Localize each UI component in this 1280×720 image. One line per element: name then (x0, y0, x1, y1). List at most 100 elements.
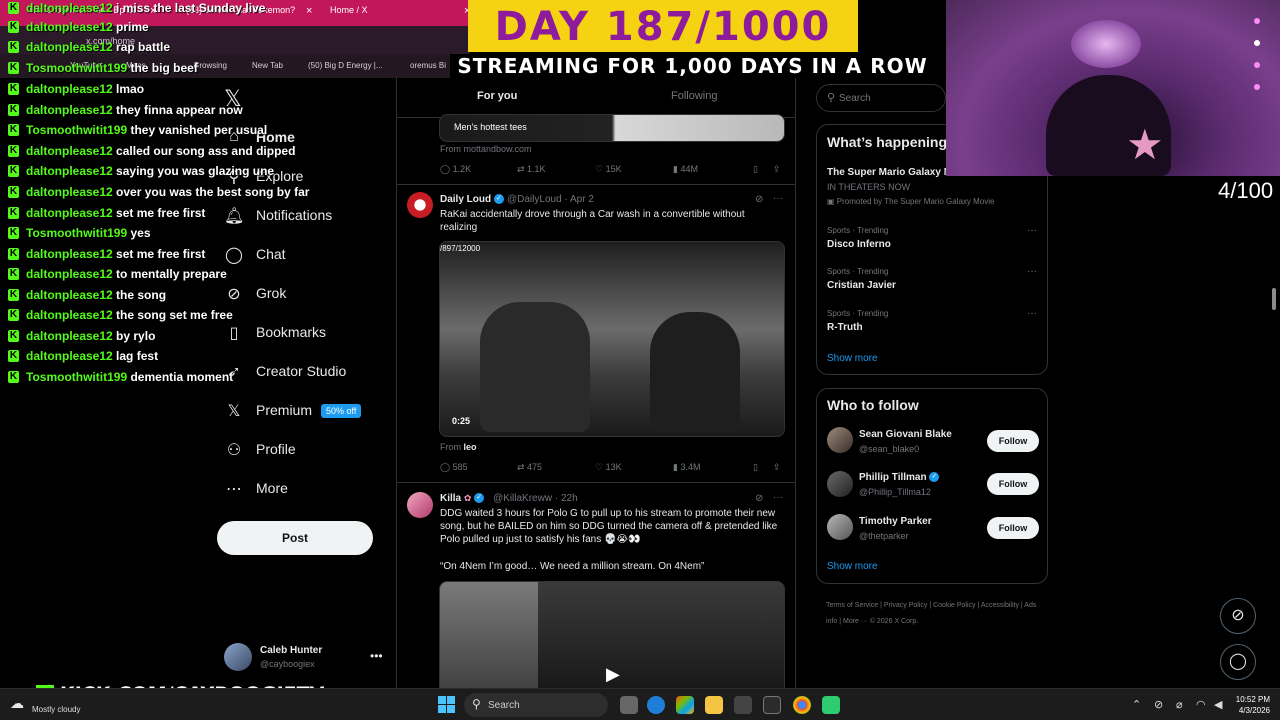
promo-title[interactable]: The Super Mario Galaxy M (827, 167, 952, 178)
follow-button[interactable]: Follow (987, 517, 1039, 539)
avatar[interactable] (827, 427, 853, 453)
terminal-icon[interactable] (763, 696, 781, 714)
reply-button[interactable]: ◯ 1.2K (440, 164, 471, 175)
chat-text: yes (130, 226, 151, 240)
bookmark-icon[interactable]: ▯ (753, 462, 758, 473)
more-icon[interactable]: ··· (773, 193, 783, 204)
play-icon[interactable]: ▶ (606, 664, 620, 685)
nav-item-premium[interactable]: 𝕏 Premium 50% off (224, 399, 394, 425)
tweet-author[interactable]: Daily Loud ✓ (440, 194, 504, 205)
share-icon[interactable]: ⇪ (773, 462, 781, 473)
search-placeholder: Search (839, 93, 871, 104)
kick-badge-icon: K (8, 309, 19, 321)
tweet-author[interactable]: Killa ✿ ✓ (440, 493, 485, 504)
messages-fab-icon[interactable]: ◯ (1220, 644, 1256, 680)
follow-suggestion-name[interactable]: Timothy Parker (859, 516, 932, 527)
system-clock[interactable]: 10:52 PM 4/3/2026 (1234, 694, 1270, 716)
repost-button[interactable]: ⇄ 1.1K (517, 164, 546, 175)
nav-item-profile[interactable]: ⚇ Profile (224, 438, 394, 464)
follow-button[interactable]: Follow (987, 473, 1039, 495)
follow-suggestion-name[interactable]: Phillip Tillman ✓ (859, 472, 940, 483)
nav-item-chat[interactable]: ◯ Chat (224, 243, 394, 269)
repost-button[interactable]: ⇄ 475 (517, 462, 542, 473)
nav-item-more[interactable]: ⋯ More (224, 477, 394, 503)
avatar[interactable] (407, 192, 433, 218)
bookmark-item[interactable]: New Tab (252, 61, 283, 70)
ad-image[interactable]: Men's hottest tees (439, 114, 785, 142)
trend-name[interactable]: Disco Inferno (827, 239, 891, 250)
more-icon[interactable]: ··· (1027, 266, 1037, 277)
from-name: leo (463, 442, 477, 452)
ad-source[interactable]: From mottandbow.com (440, 144, 532, 154)
weather-icon[interactable]: ☁ (10, 695, 24, 712)
share-icon[interactable]: ⇪ (773, 164, 781, 175)
tab-close-icon[interactable]: × (306, 5, 312, 17)
person-icon: ⚇ (226, 442, 242, 459)
like-button[interactable]: ♡ 15K (595, 164, 622, 175)
grok-icon[interactable]: ⊘ (755, 493, 763, 504)
chrome-icon[interactable] (793, 696, 811, 714)
nav-item-creator-studio[interactable]: ➶ Creator Studio (224, 360, 394, 386)
reply-button[interactable]: ◯ 585 (440, 462, 468, 473)
copilot-icon[interactable] (676, 696, 694, 714)
file-explorer-icon[interactable] (705, 696, 723, 714)
views-button[interactable]: ▮ 3.4M (673, 462, 700, 473)
taskbar-search[interactable]: ⚲ Search (464, 693, 608, 717)
follow-button[interactable]: Follow (987, 430, 1039, 452)
weather-status[interactable]: Mostly cloudy (32, 705, 80, 714)
tweet-text: DDG waited 3 hours for Polo G to pull up… (440, 508, 778, 545)
tweet-media[interactable]: ▶ (439, 581, 785, 688)
browser-tab-active[interactable]: Home / X (330, 5, 410, 21)
wifi-icon[interactable]: ◠ (1196, 698, 1206, 711)
like-button[interactable]: ♡ 13K (595, 462, 622, 473)
more-icon[interactable]: ··· (1027, 308, 1037, 319)
show-more-link[interactable]: Show more (827, 353, 878, 364)
chat-text: rap battle (116, 40, 171, 54)
post-button[interactable]: Post (217, 521, 373, 555)
tab-following[interactable]: Following (671, 90, 717, 102)
scrollbar[interactable] (1272, 288, 1276, 310)
chat-text: to mentally prepare (116, 267, 227, 281)
video-source[interactable]: From leo (440, 442, 477, 452)
volume-icon[interactable]: ◀ (1214, 698, 1222, 711)
more-icon[interactable]: ··· (1027, 225, 1037, 236)
more-icon[interactable]: ••• (370, 649, 383, 663)
bookmark-item[interactable]: Browsing (194, 61, 227, 70)
chat-username: daltonplease12 (26, 267, 113, 281)
chevron-up-icon[interactable]: ⌃ (1132, 698, 1141, 711)
grok-icon[interactable]: ⊘ (755, 194, 763, 205)
grok-icon: ⊘ (227, 286, 241, 303)
views-button[interactable]: ▮ 44M (673, 164, 698, 175)
footer-links[interactable]: Terms of Service | Privacy Policy | Cook… (826, 598, 1046, 630)
show-more-link[interactable]: Show more (827, 561, 878, 572)
bookmark-item[interactable]: oremus Bi (410, 61, 446, 70)
search-input[interactable]: ⚲ Search (816, 84, 946, 112)
kick-app-icon[interactable] (822, 696, 840, 714)
account-switcher[interactable]: Caleb Hunter @cayboogiex ••• (224, 643, 388, 675)
task-view-icon[interactable] (620, 696, 638, 714)
bookmark-icon[interactable]: ▯ (753, 164, 758, 175)
nav-label: Chat (256, 246, 286, 262)
microphone-icon[interactable]: ⌀ (1176, 698, 1183, 711)
tab-for-you[interactable]: For you (477, 90, 517, 102)
tweet-video[interactable]: /897/12000 0:25 (439, 241, 785, 437)
store-icon[interactable] (734, 696, 752, 714)
nav-item-notifications[interactable]: 🔔︎ Notifications (224, 204, 394, 230)
follow-suggestion-name[interactable]: Sean Giovani Blake (859, 429, 952, 440)
nav-item-bookmarks[interactable]: ▯ Bookmarks (224, 321, 394, 347)
trend-name[interactable]: R-Truth (827, 322, 863, 333)
nav-label: Creator Studio (256, 363, 347, 379)
timeline[interactable]: For you Following Men's hottest tees Fro… (396, 78, 796, 688)
edge-icon[interactable] (647, 696, 665, 714)
grok-fab-icon[interactable]: ⊘ (1220, 598, 1256, 634)
avatar[interactable] (827, 514, 853, 540)
windows-start-icon[interactable] (438, 696, 456, 714)
more-icon[interactable]: ··· (773, 492, 783, 503)
avatar[interactable] (827, 471, 853, 497)
tweet-text: RaKai accidentally drove through a Car w… (440, 209, 745, 233)
avatar[interactable] (407, 492, 433, 518)
nav-item-grok[interactable]: ⊘ Grok (224, 282, 394, 308)
trend-name[interactable]: Cristian Javier (827, 280, 896, 291)
bookmark-item[interactable]: (50) Big D Energy |... (308, 61, 383, 70)
network-icon[interactable]: ⊘ (1154, 698, 1163, 711)
